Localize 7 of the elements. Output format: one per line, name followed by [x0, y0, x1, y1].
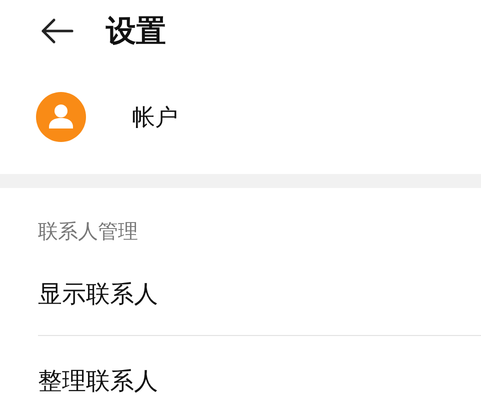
back-icon[interactable] [40, 18, 74, 44]
section-header: 联系人管理 [37, 218, 139, 245]
list-item[interactable]: 整理联系人 [0, 356, 481, 406]
page-title: 设置 [106, 12, 166, 50]
account-row[interactable]: 帐户 [0, 62, 481, 172]
avatar-icon [36, 92, 86, 142]
list-item[interactable]: 显示联系人 [0, 269, 481, 319]
